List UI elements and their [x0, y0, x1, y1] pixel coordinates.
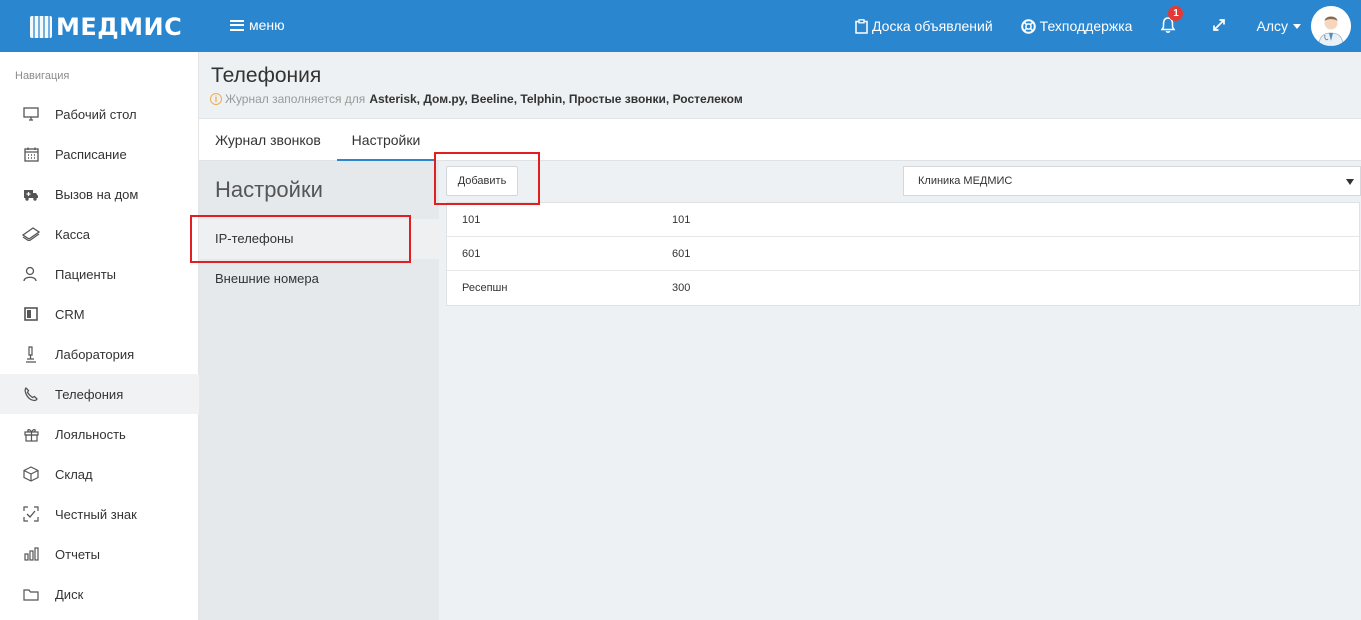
table-row[interactable]: 101 101 — [447, 203, 1359, 237]
logo-text: МЕДМИС — [56, 13, 183, 41]
expand-icon — [1213, 18, 1226, 31]
sidebar-item-laboratory[interactable]: Лаборатория — [0, 334, 199, 374]
sidebar-item-desktop[interactable]: Рабочий стол — [0, 94, 199, 134]
calendar-icon — [22, 145, 40, 163]
monitor-icon — [22, 105, 40, 123]
nav-title: Навигация — [15, 70, 70, 82]
clinic-select[interactable]: Клиника МЕДМИС — [903, 166, 1361, 196]
sidebar-item-home-visit[interactable]: Вызов на дом — [0, 174, 199, 214]
patients-icon — [22, 265, 40, 283]
board-label: Доска объявлений — [872, 18, 993, 34]
sidebar-item-honest-sign[interactable]: Честный знак — [0, 494, 199, 534]
gift-icon — [22, 425, 40, 443]
support-label: Техподдержка — [1039, 18, 1133, 34]
settings-title: Настройки — [215, 177, 323, 202]
user-menu[interactable]: Алсу — [1256, 6, 1351, 46]
scan-check-icon — [22, 505, 40, 523]
add-button[interactable]: Добавить — [446, 166, 518, 196]
sidebar-item-label: Лояльность — [55, 426, 126, 442]
notification-badge: 1 — [1168, 6, 1184, 21]
table-row[interactable]: 601 601 — [447, 237, 1359, 271]
fullscreen-button[interactable] — [1212, 18, 1226, 35]
microscope-icon — [22, 345, 40, 363]
page-subtitle: i Журнал заполняется для Asterisk, Дом.р… — [210, 92, 743, 106]
hamburger-icon — [230, 19, 244, 31]
settings-item-ip-phones[interactable]: IP-телефоны — [199, 219, 439, 259]
phone-number: 601 — [672, 247, 691, 260]
sidebar-item-telephony[interactable]: Телефония — [0, 374, 199, 414]
folder-icon — [22, 585, 40, 603]
board-link[interactable]: Доска объявлений — [855, 18, 993, 34]
subtitle-prefix: Журнал заполняется для — [225, 92, 366, 106]
logo[interactable]: МЕДМИС — [30, 13, 182, 41]
table-row[interactable]: Ресепшн 300 — [447, 271, 1359, 305]
phone-name: 101 — [462, 213, 481, 226]
clinic-select-value: Клиника МЕДМИС — [918, 175, 1013, 187]
sidebar-item-label: CRM — [55, 306, 85, 322]
logo-mark-icon — [30, 16, 52, 38]
main-content: Добавить Клиника МЕДМИС 101 101 601 601 … — [439, 161, 1361, 620]
phone-name: Ресепшн — [462, 282, 508, 294]
nav-list: Рабочий стол Расписание Вызов на дом Кас… — [0, 94, 199, 614]
sidebar-item-label: Вызов на дом — [55, 186, 139, 202]
ip-phones-table: 101 101 601 601 Ресепшн 300 — [446, 202, 1360, 306]
sidebar: Навигация Рабочий стол Расписание Вызов … — [0, 52, 199, 620]
sidebar-item-label: Рабочий стол — [55, 106, 137, 122]
money-icon — [22, 225, 40, 243]
board-icon — [22, 305, 40, 323]
bar-chart-icon — [22, 545, 40, 563]
sidebar-item-cash[interactable]: Касса — [0, 214, 199, 254]
support-link[interactable]: Техподдержка — [1020, 18, 1133, 34]
menu-label: меню — [249, 17, 285, 33]
info-icon: i — [210, 93, 222, 105]
clipboard-icon — [855, 18, 868, 34]
caret-down-icon — [1293, 23, 1301, 29]
sidebar-item-schedule[interactable]: Расписание — [0, 134, 199, 174]
user-name: Алсу — [1256, 18, 1288, 34]
top-bar: МЕДМИС меню Доска объявлений Техподдержк… — [0, 0, 1361, 52]
ambulance-icon — [22, 185, 40, 203]
notifications-button[interactable]: 1 — [1160, 6, 1184, 36]
sidebar-item-label: Расписание — [55, 146, 127, 162]
phone-icon — [22, 385, 40, 403]
phone-number: 300 — [672, 282, 691, 294]
lifebuoy-icon — [1020, 18, 1036, 34]
phone-name: 601 — [462, 247, 481, 260]
sidebar-item-loyalty[interactable]: Лояльность — [0, 414, 199, 454]
box-icon — [22, 465, 40, 483]
sidebar-item-patients[interactable]: Пациенты — [0, 254, 199, 294]
sidebar-item-label: Лаборатория — [55, 346, 135, 362]
sidebar-item-label: Отчеты — [55, 546, 100, 562]
page-header: Телефония i Журнал заполняется для Aster… — [199, 52, 1361, 119]
sidebar-item-label: Пациенты — [55, 266, 116, 282]
subtitle-providers: Asterisk, Дом.ру, Beeline, Telphin, Прос… — [369, 92, 743, 106]
doctor-avatar-icon — [1311, 6, 1351, 46]
menu-button[interactable]: меню — [230, 17, 285, 33]
sidebar-item-warehouse[interactable]: Склад — [0, 454, 199, 494]
sidebar-item-crm[interactable]: CRM — [0, 294, 199, 334]
sidebar-item-label: Склад — [55, 466, 93, 482]
sidebar-item-label: Честный знак — [55, 506, 137, 522]
sidebar-item-reports[interactable]: Отчеты — [0, 534, 199, 574]
tab-call-journal[interactable]: Журнал звонков — [199, 119, 337, 161]
page-title: Телефония — [211, 64, 322, 87]
phone-number: 101 — [672, 213, 691, 226]
settings-panel: Настройки IP-телефоны Внешние номера — [199, 161, 439, 620]
sidebar-item-label: Диск — [55, 586, 84, 602]
sidebar-item-label: Касса — [55, 226, 91, 242]
sidebar-item-disk[interactable]: Диск — [0, 574, 199, 614]
tab-bar: Журнал звонков Настройки — [199, 119, 1361, 161]
avatar[interactable] — [1311, 6, 1351, 46]
settings-item-external-numbers[interactable]: Внешние номера — [199, 259, 439, 299]
dropdown-arrow-icon — [1346, 179, 1354, 185]
sidebar-item-label: Телефония — [55, 386, 124, 402]
tab-settings[interactable]: Настройки — [337, 119, 435, 161]
